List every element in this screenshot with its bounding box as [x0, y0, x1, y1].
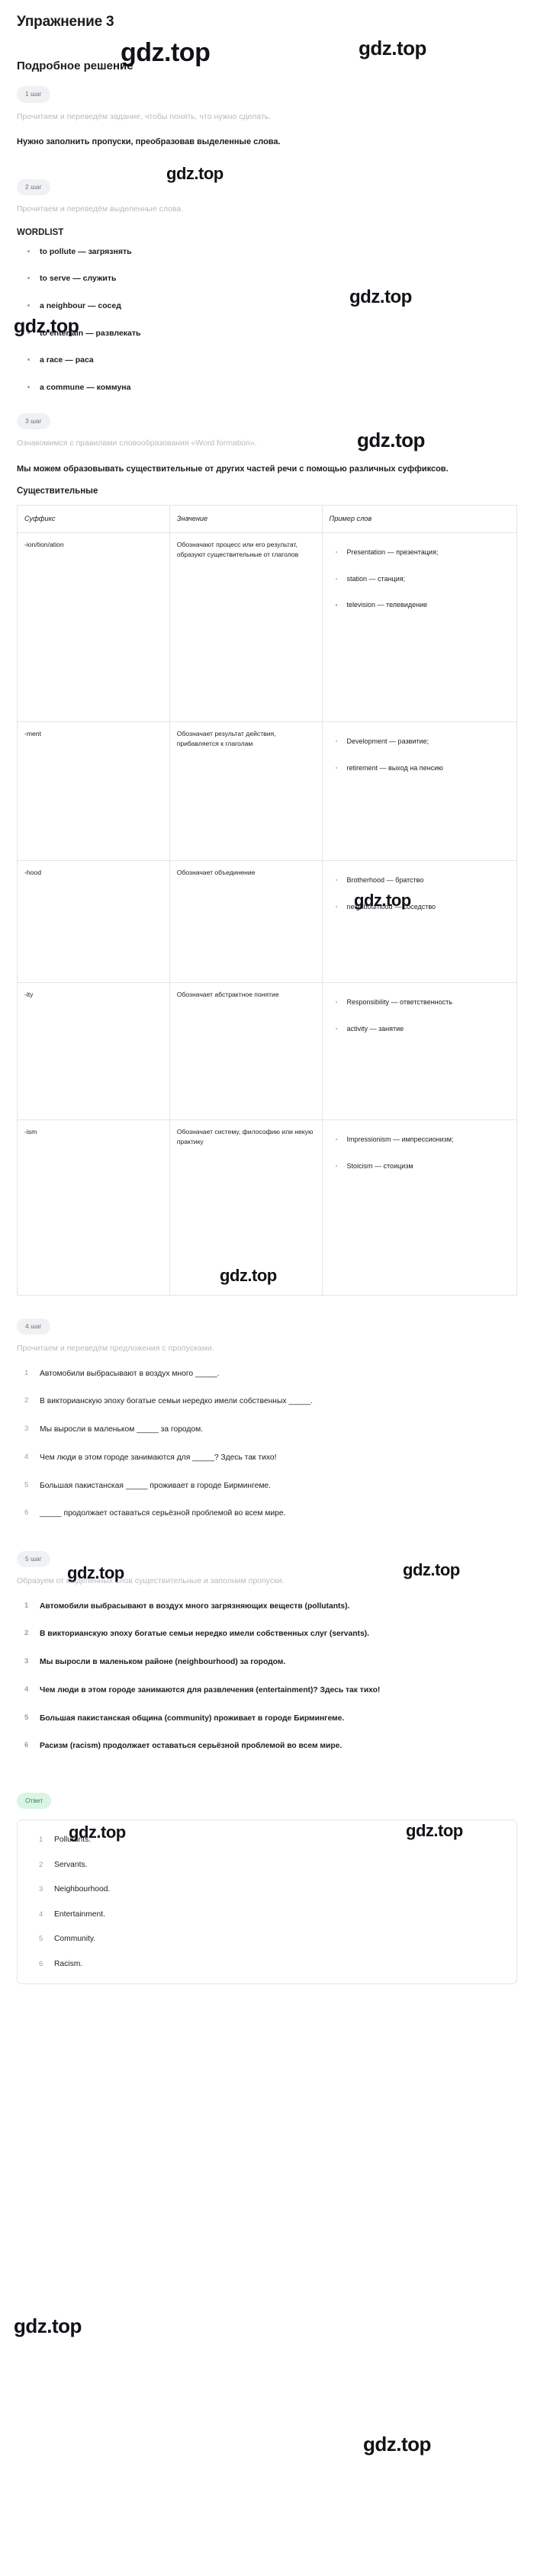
list-item: retirement — выход на пенсию [335, 763, 510, 775]
list-item: Racism. [39, 1959, 83, 1971]
table-row: -ity Обозначает абстрактное понятие Resp… [17, 981, 518, 1120]
step-4-section: 4 шаг Прочитаем и переведём предложения … [17, 1318, 517, 1521]
list-item: activity — занятие [335, 1023, 510, 1036]
step-3-intro: Ознакомимся с правилами словообразования… [17, 438, 257, 448]
list-item: Pollutants. [39, 1835, 92, 1846]
example-list: Presentation — презентация; station — ст… [330, 547, 510, 612]
list-item: _____ продолжает оставаться серьёзной пр… [24, 1507, 286, 1519]
step-1-section: 1 шаг Прочитаем и переведём задание, что… [17, 86, 517, 149]
step-chip-4: 4 шаг [17, 1318, 50, 1335]
answer-section: Ответ Pollutants. Servants. Neighbourhoo… [17, 1792, 517, 1985]
step-5-section: 5 шаг Образуем от выделенных слов сущест… [17, 1550, 517, 1753]
wordlist: to pollute — загрязнять to serve — служи… [17, 246, 517, 393]
list-item: Большая пакистанская _____ проживает в г… [24, 1479, 271, 1492]
cell-suffix: -ity [17, 981, 170, 1120]
example-list: Brotherhood — братство neighbourhood — с… [330, 875, 510, 914]
list-item: to serve — служить [27, 273, 517, 284]
solution-heading: Подробное решение [17, 59, 134, 72]
list-item: Автомобили выбрасывают в воздух много за… [24, 1600, 350, 1612]
table-row: -ion/tion/ation Обозначают процесс или е… [17, 532, 518, 722]
table-row: -hood Обозначает объединение Brotherhood… [17, 859, 518, 983]
table-row: -ment Обозначает результат действия, при… [17, 721, 518, 861]
step-2-intro: Прочитаем и переведём выделенные слова. [17, 204, 184, 214]
list-item: to entertain — развлекать [27, 328, 517, 339]
column-header-suffix: Суффикс [17, 504, 170, 533]
step-5-intro: Образуем от выделенных слов существитель… [17, 1576, 285, 1586]
list-item: Stoicism — стоицизм [335, 1161, 510, 1173]
list-item: Мы выросли в маленьком районе (neighbour… [24, 1656, 286, 1668]
cell-examples: Brotherhood — братство neighbourhood — с… [321, 859, 518, 983]
example-list: Development — развитие; retirement — вых… [330, 736, 510, 775]
cell-meaning: Обозначает абстрактное понятие [169, 981, 323, 1120]
list-item: В викторианскую эпоху богатые семьи нере… [24, 1627, 369, 1640]
list-item: Development — развитие; [335, 736, 510, 748]
step-chip-3: 3 шаг [17, 413, 50, 430]
list-item: to pollute — загрязнять [27, 246, 517, 258]
list-item: Мы выросли в маленьком _____ за городом. [24, 1423, 204, 1435]
table-label: Существительные [17, 486, 98, 496]
list-item: Автомобили выбрасывают в воздух много __… [24, 1367, 220, 1380]
suffix-table: Суффикс Значение Пример слов -ion/tion/a… [17, 504, 518, 1296]
cell-suffix: -hood [17, 859, 170, 983]
watermark: gdz.top [363, 2433, 431, 2456]
cell-suffix: -ion/tion/ation [17, 532, 170, 722]
cell-meaning: Обозначает объединение [169, 859, 323, 983]
list-item: a neighbour — сосед [27, 300, 517, 312]
watermark: gdz.top [14, 2314, 82, 2337]
list-item: station — станция; [335, 573, 510, 586]
list-item: television — телевидение [335, 599, 510, 612]
list-item: Чем люди в этом городе занимаются для __… [24, 1451, 277, 1463]
watermark: gdz.top [359, 37, 426, 59]
cell-examples: Responsibility — ответственность activit… [321, 981, 518, 1120]
step-chip-5: 5 шаг [17, 1550, 50, 1568]
answer-list: Pollutants. Servants. Neighbourhood. Ent… [30, 1834, 504, 1970]
step-2-section: 2 шаг Прочитаем и переведём выделенные с… [17, 178, 517, 393]
cell-examples: Impressionism — импрессионизм; Stoicism … [321, 1119, 518, 1296]
step-3-task: Мы можем образовывать существительные от… [17, 464, 449, 474]
list-item: a commune — коммуна [27, 382, 517, 393]
cell-examples: Development — развитие; retirement — вых… [321, 721, 518, 861]
page-title: Упражнение 3 [17, 14, 114, 30]
column-header-examples: Пример слов [321, 504, 518, 533]
example-list: Responsibility — ответственность activit… [330, 997, 510, 1036]
wordlist-label: WORDLIST [17, 227, 64, 237]
list-item: Servants. [39, 1860, 88, 1871]
answer-chip: Ответ [17, 1792, 52, 1810]
list-item: Neighbourhood. [39, 1884, 111, 1896]
step-4-intro: Прочитаем и переведём предложения с проп… [17, 1344, 214, 1354]
list-item: Presentation — презентация; [335, 547, 510, 559]
list-item: Responsibility — ответственность [335, 997, 510, 1009]
gap-sentence-list: Автомобили выбрасывают в воздух много __… [17, 1367, 517, 1521]
list-item: Чем люди в этом городе занимаются для ра… [24, 1684, 381, 1696]
example-list: Impressionism — импрессионизм; Stoicism … [330, 1134, 510, 1173]
answer-box: Pollutants. Servants. Neighbourhood. Ent… [17, 1820, 517, 1985]
step-chip-1: 1 шаг [17, 86, 50, 103]
solution-page: gdz.top gdz.top gdz.top gdz.top gdz.top … [0, 0, 534, 2576]
table-row: -ism Обозначает систему, философию или н… [17, 1119, 518, 1296]
step-1-task: Нужно заполнить пропуски, преобразовав в… [17, 137, 281, 146]
table-header-row: Суффикс Значение Пример слов [17, 504, 518, 533]
step-1-intro: Прочитаем и переведём задание, чтобы пон… [17, 111, 272, 121]
list-item: Brotherhood — братство [335, 875, 510, 887]
list-item: a race — раса [27, 355, 517, 366]
step-chip-2: 2 шаг [17, 178, 50, 196]
list-item: Community. [39, 1934, 96, 1945]
cell-suffix: -ism [17, 1119, 170, 1296]
cell-examples: Presentation — презентация; station — ст… [321, 532, 518, 722]
cell-meaning: Обозначают процесс или его результат, об… [169, 532, 323, 722]
cell-meaning: Обозначает результат действия, прибавляе… [169, 721, 323, 861]
list-item: Большая пакистанская община (community) … [24, 1712, 345, 1724]
list-item: Impressionism — импрессионизм; [335, 1134, 510, 1146]
column-header-meaning: Значение [169, 504, 323, 533]
list-item: Entertainment. [39, 1910, 105, 1921]
list-item: Расизм (racism) продолжает оставаться се… [24, 1739, 343, 1752]
cell-meaning: Обозначает систему, философию или некую … [169, 1119, 323, 1296]
filled-sentence-list: Автомобили выбрасывают в воздух много за… [17, 1600, 517, 1753]
cell-suffix: -ment [17, 721, 170, 861]
list-item: neighbourhood — соседство [335, 901, 510, 914]
list-item: В викторианскую эпоху богатые семьи нере… [24, 1395, 313, 1407]
step-3-section: 3 шаг Ознакомимся с правилами словообраз… [17, 413, 518, 1296]
